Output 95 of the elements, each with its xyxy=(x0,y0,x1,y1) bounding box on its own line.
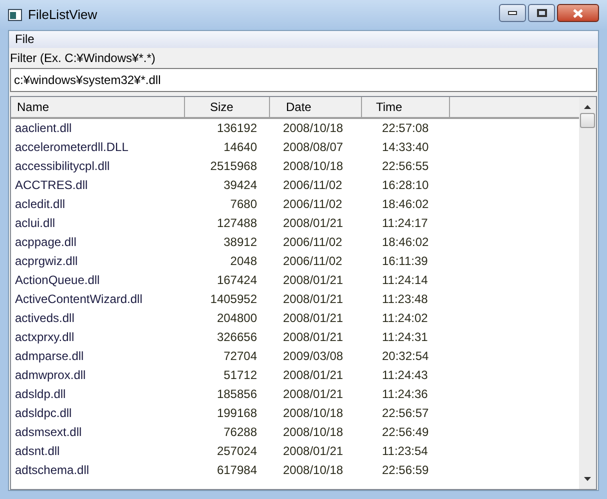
table-cell: 22:56:59 xyxy=(382,463,429,477)
table-cell: 2008/01/21 xyxy=(283,292,344,306)
window-title: FileListView xyxy=(28,6,98,24)
table-cell: admparse.dll xyxy=(15,349,84,363)
filter-field[interactable]: c:¥windows¥system32¥*.dll xyxy=(10,68,597,92)
table-cell: 2008/01/21 xyxy=(283,387,344,401)
table-cell: 127488 xyxy=(216,216,257,230)
table-cell: 22:56:49 xyxy=(382,425,429,439)
table-cell: admwprox.dll xyxy=(15,368,86,382)
app-icon xyxy=(8,9,22,21)
table-cell: aaclient.dll xyxy=(15,121,72,135)
table-cell: 136192 xyxy=(216,121,257,135)
table-cell: 326656 xyxy=(216,330,257,344)
close-button[interactable] xyxy=(557,4,599,22)
table-cell: 11:24:43 xyxy=(382,368,428,382)
table-cell: 76288 xyxy=(224,425,257,439)
table-cell: 2006/11/02 xyxy=(283,235,342,249)
table-cell: 11:23:54 xyxy=(382,444,428,458)
table-cell: 11:24:17 xyxy=(382,216,428,230)
minimize-icon xyxy=(508,11,517,15)
table-cell: 2008/10/18 xyxy=(283,406,344,420)
table-cell: 11:24:02 xyxy=(382,311,428,325)
table-cell: 11:24:36 xyxy=(382,387,428,401)
table-cell: 2008/01/21 xyxy=(283,444,344,458)
table-cell: 2006/11/02 xyxy=(283,197,342,211)
table-cell: 11:24:31 xyxy=(382,330,428,344)
table-cell: 617984 xyxy=(216,463,257,477)
table-cell: 14:33:40 xyxy=(382,140,429,154)
table-cell: accelerometerdll.DLL xyxy=(15,140,128,154)
table-cell: 14640 xyxy=(224,140,257,154)
table-cell: accessibilitycpl.dll xyxy=(15,159,110,173)
scroll-thumb[interactable] xyxy=(580,113,595,128)
table-cell: 51712 xyxy=(224,368,257,382)
table-cell: 72704 xyxy=(224,349,257,363)
table-cell: 167424 xyxy=(216,273,257,287)
column-header[interactable]: Time xyxy=(362,97,450,117)
table-cell: 2008/01/21 xyxy=(283,216,344,230)
table-cell: 22:56:55 xyxy=(382,159,429,173)
table-cell: 16:28:10 xyxy=(382,178,429,192)
table-cell: 18:46:02 xyxy=(382,235,429,249)
table-cell: adtschema.dll xyxy=(15,463,90,477)
table-cell: actxprxy.dll xyxy=(15,330,74,344)
column-header[interactable]: Date xyxy=(270,97,362,117)
table-cell: activeds.dll xyxy=(15,311,74,325)
table-cell: 2008/10/18 xyxy=(283,159,344,173)
menu-item[interactable]: File xyxy=(9,31,40,48)
scrollbar[interactable] xyxy=(579,97,596,489)
minimize-button[interactable] xyxy=(499,4,526,22)
table-cell: 20:32:54 xyxy=(382,349,429,363)
close-icon xyxy=(573,8,583,18)
table-cell: acledit.dll xyxy=(15,197,66,211)
column-header[interactable]: Size xyxy=(185,97,270,117)
table-cell: 7680 xyxy=(230,197,257,211)
table-cell: aclui.dll xyxy=(15,216,56,230)
table-cell: adsnt.dll xyxy=(15,444,60,458)
table-cell: 199168 xyxy=(216,406,257,420)
table-cell: adsldpc.dll xyxy=(15,406,72,420)
table-cell: 2006/11/02 xyxy=(283,254,342,268)
table-cell: 1405952 xyxy=(210,292,257,306)
table-cell: 2009/03/08 xyxy=(283,349,344,363)
table-cell: 204800 xyxy=(216,311,257,325)
table-cell: adsldp.dll xyxy=(15,387,66,401)
table-cell: 2008/01/21 xyxy=(283,368,344,382)
table-cell: 2515968 xyxy=(210,159,257,173)
table-cell: 2008/01/21 xyxy=(283,330,344,344)
table-cell: 2008/10/18 xyxy=(283,121,344,135)
table-cell: 39424 xyxy=(224,178,257,192)
table-cell: acprgwiz.dll xyxy=(15,254,78,268)
table-cell: 2008/08/07 xyxy=(283,140,344,154)
table-cell: 2048 xyxy=(230,254,257,268)
table-cell: adsmsext.dll xyxy=(15,425,82,439)
table-cell: 18:46:02 xyxy=(382,197,429,211)
maximize-button[interactable] xyxy=(528,4,555,22)
table-cell: 22:57:08 xyxy=(382,121,429,135)
table-cell: ACCTRES.dll xyxy=(15,178,88,192)
table-cell: 257024 xyxy=(216,444,257,458)
table-cell: 2008/01/21 xyxy=(283,311,344,325)
table-cell: 2008/01/21 xyxy=(283,273,344,287)
table-cell: 16:11:39 xyxy=(382,254,428,268)
maximize-icon xyxy=(536,9,546,17)
table-cell: acppage.dll xyxy=(15,235,76,249)
table-cell: 2008/10/18 xyxy=(283,425,344,439)
table-cell: ActiveContentWizard.dll xyxy=(15,292,142,306)
column-header[interactable]: Name xyxy=(11,97,185,117)
scroll-down-icon xyxy=(584,477,591,481)
table-cell: 185856 xyxy=(216,387,257,401)
table-cell: 2008/10/18 xyxy=(283,463,344,477)
table-cell: 11:24:14 xyxy=(382,273,428,287)
table-cell: 11:23:48 xyxy=(382,292,428,306)
table-cell: 22:56:57 xyxy=(382,406,429,420)
scroll-up-icon xyxy=(584,105,591,109)
table-cell: 38912 xyxy=(224,235,257,249)
table-cell: 2006/11/02 xyxy=(283,178,342,192)
table-cell: ActionQueue.dll xyxy=(15,273,100,287)
filter-label: Filter (Ex. C:¥Windows¥*.*) xyxy=(10,50,156,66)
